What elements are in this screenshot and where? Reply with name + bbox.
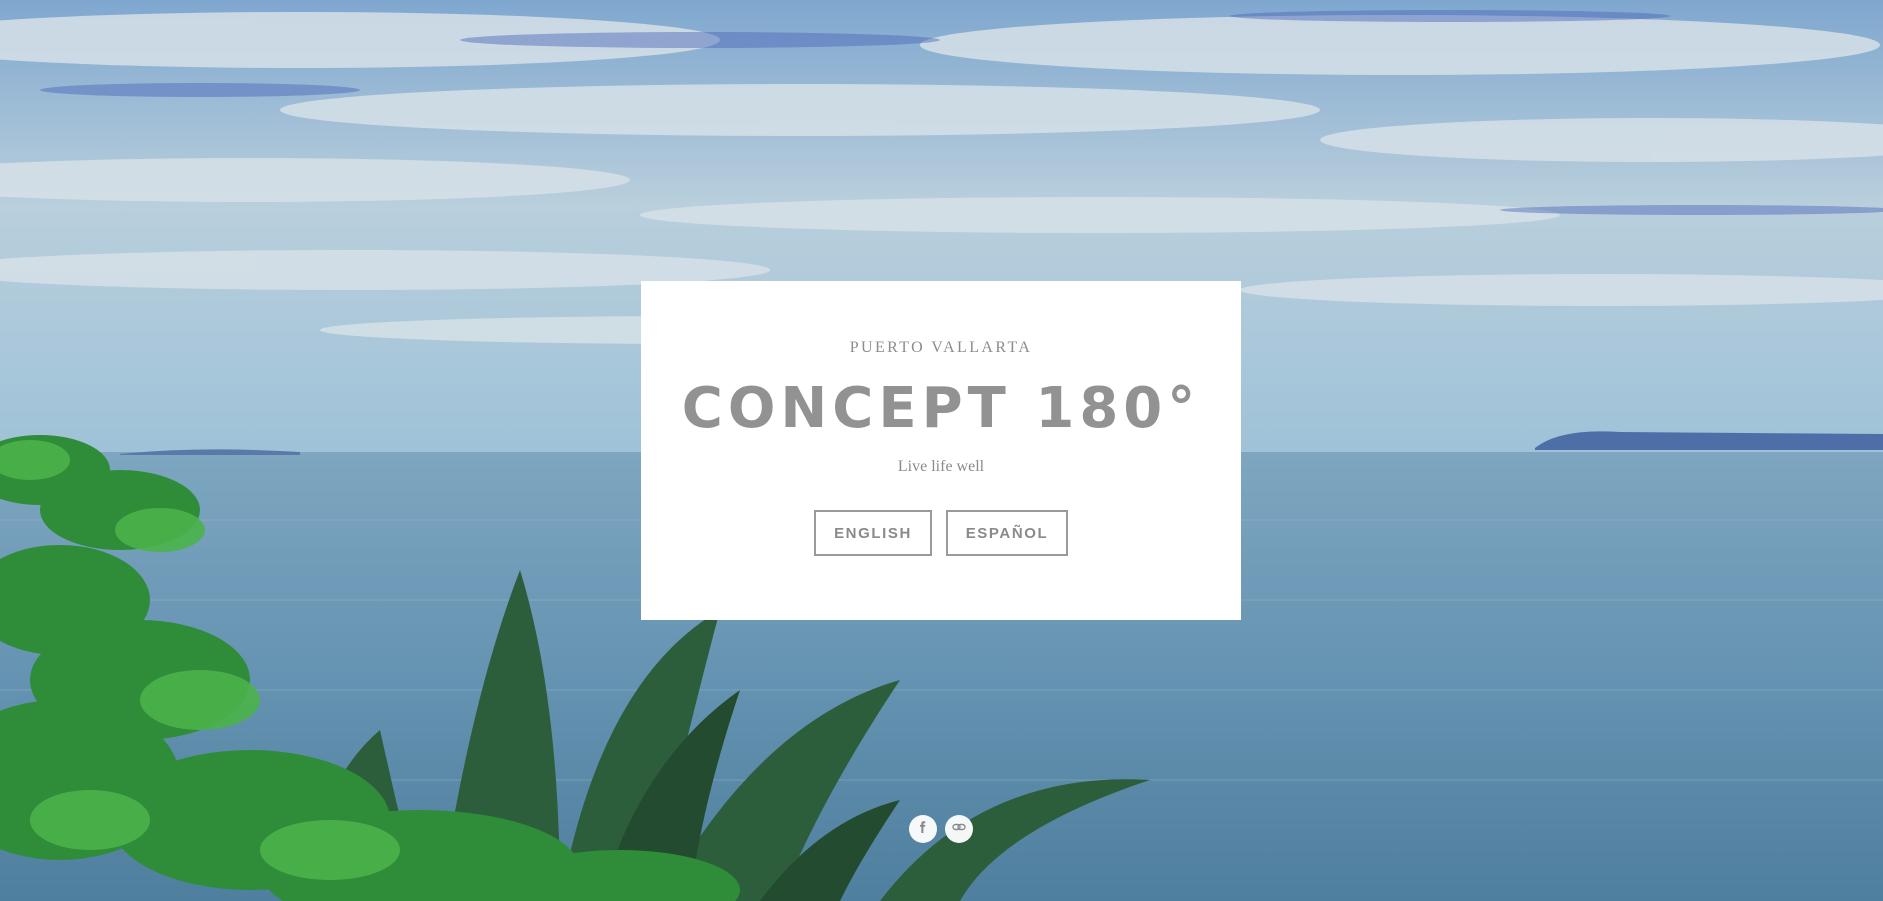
location-label: PUERTO VALLARTA	[849, 339, 1033, 356]
english-button[interactable]: ENGLISH	[814, 510, 932, 556]
link-icon	[952, 820, 966, 839]
share-link-button[interactable]	[945, 815, 973, 843]
intro-card: PUERTO VALLARTA CONCEPT 180° Live life w…	[641, 281, 1241, 620]
facebook-icon	[917, 820, 929, 838]
social-links	[909, 815, 973, 843]
espanol-button[interactable]: ESPAÑOL	[946, 510, 1068, 556]
site-title: CONCEPT 180°	[681, 376, 1201, 441]
language-selector: ENGLISH ESPAÑOL	[641, 510, 1241, 556]
tagline: Live life well	[897, 458, 985, 475]
facebook-link[interactable]	[909, 815, 937, 843]
